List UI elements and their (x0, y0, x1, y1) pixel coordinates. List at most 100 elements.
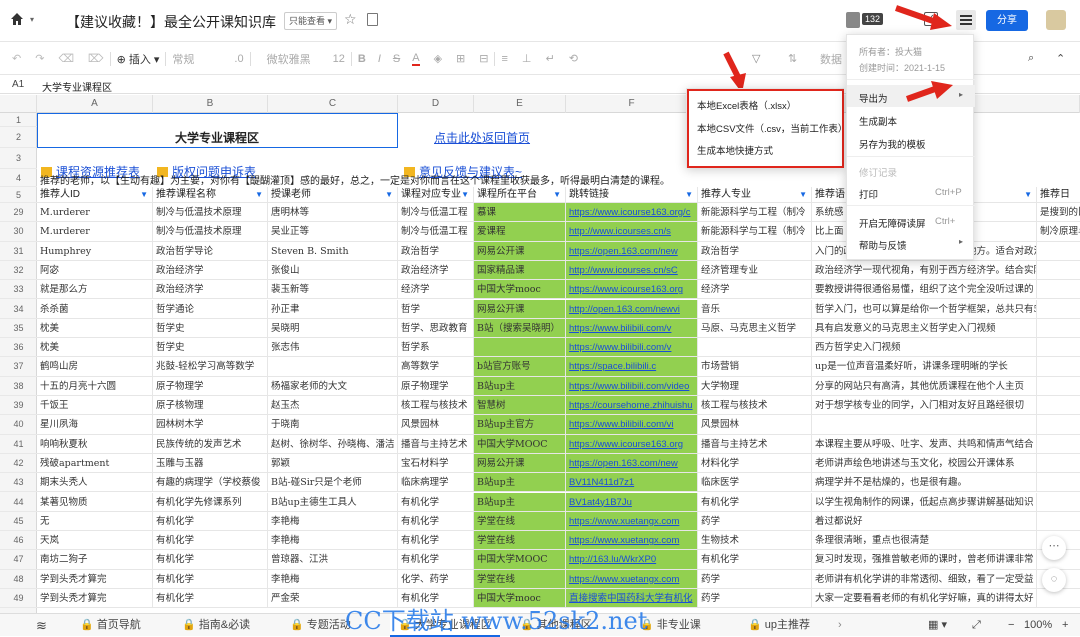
table-cell[interactable]: M.urderer (37, 203, 153, 222)
table-cell[interactable]: 星川夙海 (37, 415, 153, 434)
table-cell[interactable]: 临床医学 (698, 473, 812, 492)
table-cell[interactable]: 具有启发意义的马克思主义哲学史入门视频 (812, 318, 1037, 338)
table-cell[interactable]: 大家一定要看看老师的有机化学好嘛，真的讲得太好 (812, 589, 1037, 608)
print-item[interactable]: 打印 (859, 187, 878, 201)
redo-icon[interactable]: ↷ (35, 52, 44, 65)
row-number[interactable]: 5 (0, 187, 37, 203)
filter-icon[interactable]: ▼ (1024, 187, 1032, 202)
filter-icon[interactable]: ▼ (553, 187, 561, 202)
table-cell[interactable]: 哲学史 (153, 338, 268, 357)
table-cell[interactable]: 玉雕与玉器 (153, 453, 268, 473)
home-icon[interactable] (10, 12, 24, 26)
table-cell[interactable]: 分享的网站只有高清，其他优质课程在他个人主页 (812, 376, 1037, 395)
format-painter-icon[interactable]: ⌫ (58, 52, 74, 65)
table-cell[interactable]: 有机化学先修课系列 (153, 492, 268, 511)
header-cell[interactable]: 推荐人专业 ▼ (698, 187, 812, 202)
table-cell[interactable]: 枕美 (37, 318, 153, 338)
table-cell[interactable]: 哲学入门，也可以算是给你一个哲学框架，总共只有5 (812, 299, 1037, 318)
table-cell[interactable]: 风景园林 (398, 415, 474, 434)
col-header-f[interactable]: F (566, 95, 698, 113)
table-cell[interactable]: https://open.163.com/new (566, 453, 698, 473)
table-cell[interactable]: 学堂在线 (474, 531, 566, 550)
table-cell[interactable]: 哲学通论 (153, 299, 268, 318)
table-cell[interactable]: 经济管理专业 (698, 260, 812, 280)
table-cell[interactable]: 风景园林 (698, 415, 812, 434)
table-cell[interactable]: 药学 (698, 569, 812, 588)
grid-view-icon[interactable]: ▦ ▾ (928, 614, 947, 637)
comment-icon[interactable]: ◌ (1042, 568, 1066, 592)
table-cell[interactable]: https://www.icourse163.org (566, 434, 698, 453)
table-cell[interactable] (1037, 338, 1080, 356)
filter-icon[interactable]: ▽ (752, 52, 760, 65)
share-button[interactable]: 分享 (986, 10, 1028, 31)
row-number[interactable]: 31 (0, 242, 37, 261)
filter-icon[interactable]: ▼ (461, 187, 469, 202)
table-cell[interactable]: 宝石材料学 (398, 453, 474, 473)
font-dropdown[interactable]: 微软雅黑 (267, 51, 311, 67)
table-cell[interactable]: 政治经济学 (153, 260, 268, 280)
table-cell[interactable]: 南坊二狗子 (37, 550, 153, 569)
table-cell[interactable]: 政治经济学 (398, 260, 474, 280)
table-cell[interactable] (1037, 589, 1080, 607)
table-cell[interactable] (1037, 357, 1080, 375)
table-cell[interactable]: http://www.icourses.cn/sC (566, 260, 698, 280)
table-cell[interactable]: 响响秋夏秋 (37, 434, 153, 453)
collapse-icon[interactable]: ⌃ (1056, 52, 1065, 65)
table-cell[interactable]: 核工程与核技术 (698, 396, 812, 415)
table-cell[interactable]: 政治哲学 (398, 241, 474, 260)
export-shortcut-item[interactable]: 生成本地快捷方式 (697, 143, 773, 157)
table-cell[interactable]: 音乐 (698, 299, 812, 318)
row-number[interactable]: 38 (0, 377, 37, 396)
chevron-down-icon[interactable]: ▾ (30, 15, 34, 24)
table-cell[interactable]: 市场营销 (698, 357, 812, 376)
table-cell[interactable]: 有机化学 (398, 492, 474, 511)
table-cell[interactable] (1037, 493, 1080, 511)
table-cell[interactable]: 有机化学 (153, 511, 268, 531)
table-cell[interactable]: 材料化学 (698, 453, 812, 473)
menu-icon[interactable] (956, 10, 976, 30)
tab-up-recommend[interactable]: 🔒 up主推荐 (748, 614, 810, 637)
cell-reference[interactable]: A1 (12, 79, 24, 90)
table-cell[interactable]: up是一位声音温柔好听，讲课条理明晰的学长 (812, 357, 1037, 376)
sheet-list-icon[interactable]: ≋ (36, 614, 47, 637)
table-cell[interactable]: 生物技术 (698, 531, 812, 550)
row-number[interactable]: 30 (0, 222, 37, 242)
table-cell[interactable]: 期末头秃人 (37, 473, 153, 492)
table-cell[interactable] (268, 357, 398, 376)
row-number[interactable]: 36 (0, 338, 37, 358)
table-cell[interactable]: 原子物理学 (398, 376, 474, 395)
font-color-icon[interactable]: A (412, 52, 420, 66)
row-number[interactable]: 44 (0, 493, 37, 512)
zoom-in-icon[interactable]: + (1062, 614, 1068, 637)
table-cell[interactable]: 某著见物质 (37, 492, 153, 511)
table-cell[interactable]: 学堂在线 (474, 569, 566, 588)
row-number[interactable]: 29 (0, 203, 37, 223)
table-cell[interactable]: 网易公开课 (474, 241, 566, 260)
row-number[interactable]: 47 (0, 550, 37, 570)
table-cell[interactable]: 网易公开课 (474, 453, 566, 473)
table-cell[interactable]: https://open.163.com/new (566, 241, 698, 260)
table-cell[interactable]: B站up主 (474, 376, 566, 395)
col-header-b[interactable]: B (153, 95, 268, 113)
valign-icon[interactable]: ⊥ (522, 52, 532, 65)
export-xlsx-item[interactable]: 本地Excel表格（.xlsx） (697, 98, 796, 112)
table-cell[interactable]: BV1at4y1B7Ju (566, 492, 698, 511)
table-cell[interactable]: 有机化学 (398, 531, 474, 550)
table-cell[interactable] (1037, 512, 1080, 530)
make-copy-item[interactable]: 生成副本 (859, 114, 897, 128)
table-cell[interactable]: 复习时发现，强推曾敏老师的课时，曾老师讲课非常 (812, 550, 1037, 569)
tab-home-nav[interactable]: 🔒 首页导航 (80, 614, 141, 637)
table-cell[interactable]: 对于想学核专业的同学，入门相对友好且路经很切 (812, 396, 1037, 415)
revision-item[interactable]: 修订记录 (859, 165, 897, 179)
table-cell[interactable]: 就是那么方 (37, 280, 153, 299)
fill-color-icon[interactable]: ◈ (434, 52, 442, 65)
table-cell[interactable]: https://www.xuetangx.com (566, 569, 698, 588)
row-number[interactable]: 1 (0, 113, 37, 127)
table-cell[interactable]: B站up主 (474, 473, 566, 492)
save-template-item[interactable]: 另存为我的模板 (859, 137, 926, 151)
table-cell[interactable]: 国家精品课 (474, 260, 566, 280)
table-cell[interactable]: 兆鼓-轻松学习高等数学 (153, 357, 268, 376)
col-header-c[interactable]: C (268, 95, 398, 113)
table-cell[interactable]: 阿宓 (37, 260, 153, 280)
table-cell[interactable]: 十五的月亮十六圆 (37, 376, 153, 395)
